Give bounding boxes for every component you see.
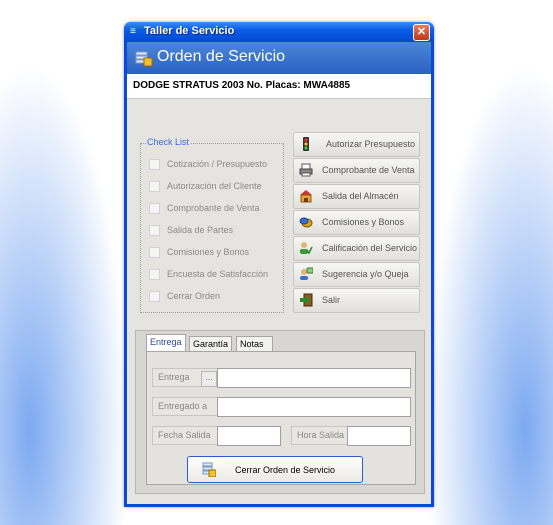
checklist-item-salida-partes[interactable]: Salida de Partes: [149, 224, 279, 238]
close-order-icon: [202, 462, 216, 477]
close-button[interactable]: ✕: [413, 24, 430, 41]
sugerencia-queja-button[interactable]: Sugerencia y/o Queja: [293, 262, 420, 287]
entregado-a-label: Entregado a: [152, 397, 219, 416]
salida-almacen-button[interactable]: Salida del Almacén: [293, 184, 420, 209]
comisiones-bonos-button[interactable]: Comisiones y Bonos: [293, 210, 420, 235]
button-label: Salir: [322, 295, 341, 305]
autorizar-presupuesto-button[interactable]: Autorizar Presupuesto: [293, 132, 420, 157]
checklist-legend: Check List: [146, 137, 191, 147]
checklist-item-label: Comprobante de Venta: [167, 203, 260, 213]
tab-entrega[interactable]: Entrega: [146, 334, 186, 352]
checkbox[interactable]: [149, 225, 160, 236]
coins-icon: [299, 217, 313, 228]
checkbox[interactable]: [149, 247, 160, 258]
checkbox[interactable]: [149, 181, 160, 192]
checklist-item-autorizacion[interactable]: Autorización del Cliente: [149, 180, 279, 194]
vehicle-label: DODGE STRATUS 2003 No. Placas: MWA4885: [133, 80, 351, 91]
button-label: Salida del Almacén: [322, 191, 399, 201]
printer-icon: [299, 163, 313, 177]
checklist-item-label: Autorización del Cliente: [167, 181, 262, 191]
checklist-item-label: Encuesta de Satisfacción: [167, 269, 269, 279]
traffic-light-icon: [303, 137, 309, 151]
button-label: Calificación del Servicio: [322, 243, 418, 253]
hora-salida-label-text: Hora Salida: [297, 430, 345, 440]
calificacion-servicio-button[interactable]: Calificación del Servicio: [293, 236, 420, 261]
fecha-salida-label: Fecha Salida: [152, 426, 219, 445]
entrega-label-text: Entrega: [158, 372, 190, 382]
checkbox[interactable]: [149, 203, 160, 214]
checklist-item-comisiones[interactable]: Comisiones y Bonos: [149, 246, 279, 260]
fecha-salida-field[interactable]: [217, 426, 281, 446]
app-icon: ≡: [130, 26, 136, 37]
button-label: Cerrar Orden de Servicio: [235, 465, 336, 475]
button-label: Autorizar Presupuesto: [326, 139, 416, 149]
user-rating-icon: [300, 242, 313, 255]
window-title: Taller de Servicio: [144, 25, 235, 37]
window-client: Orden de Servicio DODGE STRATUS 2003 No.…: [127, 42, 431, 504]
hora-salida-field[interactable]: [347, 426, 411, 446]
salir-button[interactable]: Salir: [293, 288, 420, 313]
header-banner: Orden de Servicio: [127, 42, 431, 74]
tab-notas-finales[interactable]: Notas Finales: [236, 336, 274, 364]
app-window: ≡ Taller de Servicio ✕ Orden de Servicio…: [124, 22, 434, 507]
button-label: Comisiones y Bonos: [322, 217, 405, 227]
comprobante-venta-button[interactable]: Comprobante de Venta: [293, 158, 420, 183]
checklist-item-cerrar-orden[interactable]: Cerrar Orden: [149, 290, 279, 304]
button-label: Sugerencia y/o Queja: [322, 269, 409, 279]
user-comment-icon: [300, 267, 313, 280]
checklist-group: Check List Cotización / Presupuesto Auto…: [140, 137, 284, 313]
tab-garantia[interactable]: Garantía: [189, 336, 233, 352]
cerrar-orden-servicio-button[interactable]: Cerrar Orden de Servicio: [187, 456, 363, 483]
checklist-item-comprobante[interactable]: Comprobante de Venta: [149, 202, 279, 216]
hora-salida-label: Hora Salida: [291, 426, 352, 445]
content-area: Check List Cotización / Presupuesto Auto…: [127, 99, 431, 504]
button-label: Comprobante de Venta: [322, 165, 415, 175]
window-titlebar[interactable]: ≡ Taller de Servicio ✕: [124, 22, 434, 42]
checkbox[interactable]: [149, 269, 160, 280]
checklist-item-label: Salida de Partes: [167, 225, 234, 235]
checklist-item-label: Cerrar Orden: [167, 291, 221, 301]
entregado-a-field[interactable]: [217, 397, 411, 417]
warehouse-icon: [300, 190, 312, 203]
entregado-a-label-text: Entregado a: [158, 401, 208, 411]
fecha-salida-label-text: Fecha Salida: [158, 430, 211, 440]
service-order-icon: [135, 51, 153, 67]
exit-door-icon: [300, 293, 313, 307]
vehicle-info-bar: DODGE STRATUS 2003 No. Placas: MWA4885: [127, 74, 431, 99]
page-title: Orden de Servicio: [157, 48, 286, 65]
entrega-field[interactable]: [217, 368, 411, 388]
checklist-item-label: Cotización / Presupuesto: [167, 159, 268, 169]
checklist-item-encuesta[interactable]: Encuesta de Satisfacción: [149, 268, 279, 282]
entrega-browse-button[interactable]: ...: [201, 371, 217, 387]
checklist-item-label: Comisiones y Bonos: [167, 247, 250, 257]
checklist-item-cotizacion[interactable]: Cotización / Presupuesto: [149, 158, 279, 172]
checkbox[interactable]: [149, 291, 160, 302]
checkbox[interactable]: [149, 159, 160, 170]
